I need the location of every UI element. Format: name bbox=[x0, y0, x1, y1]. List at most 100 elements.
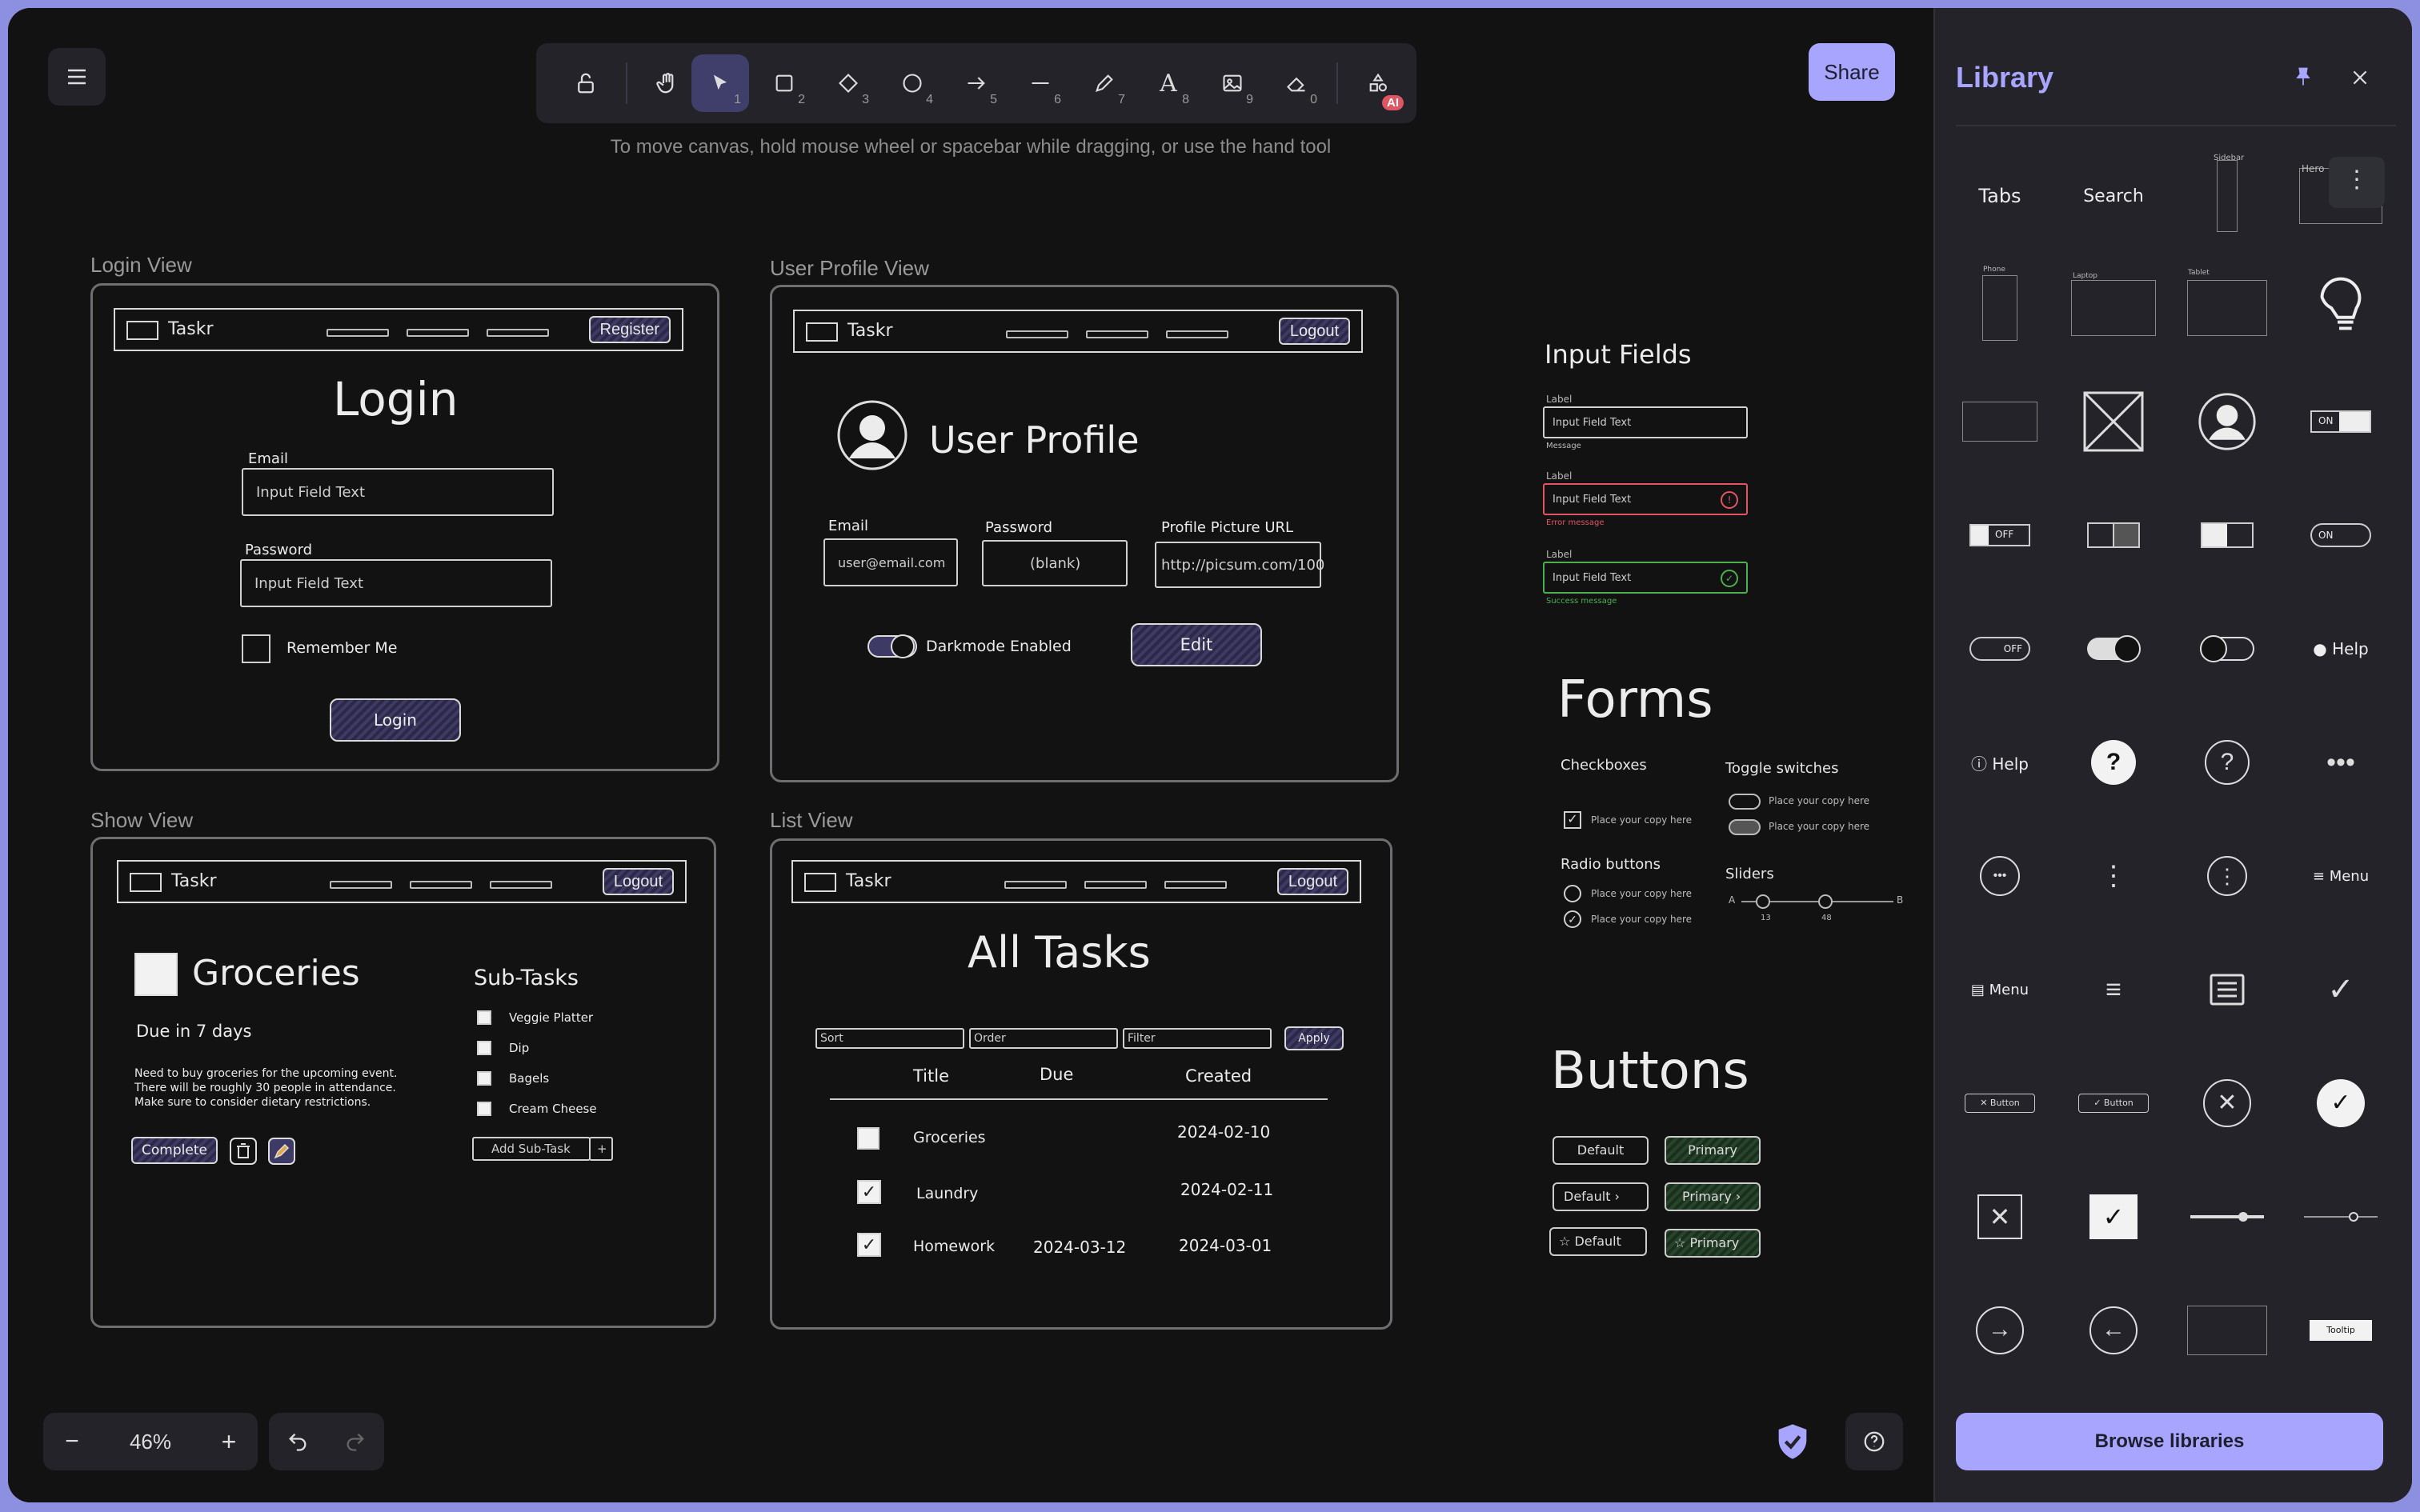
library-item-slider[interactable] bbox=[2297, 1173, 2385, 1261]
library-item-toggle-on[interactable]: ON bbox=[2297, 378, 2385, 466]
order-select[interactable]: Order bbox=[969, 1028, 1118, 1049]
library-item-ellipsis[interactable]: ••• bbox=[2297, 718, 2385, 806]
default-button-star[interactable]: ☆ Default bbox=[1549, 1227, 1647, 1256]
tool-extra-shapes[interactable]: AI bbox=[1349, 54, 1407, 112]
edit-button[interactable]: Edit bbox=[1131, 623, 1262, 666]
tool-rectangle[interactable]: 2 bbox=[755, 54, 813, 112]
tool-lock[interactable] bbox=[557, 54, 615, 112]
library-item-split-toggle-alt[interactable] bbox=[2183, 491, 2271, 579]
library-item-x-button[interactable]: ✕ Button bbox=[1956, 1059, 2044, 1147]
row-checkbox[interactable]: ✓ bbox=[857, 1233, 881, 1257]
default-button-chevron[interactable]: Default › bbox=[1553, 1182, 1649, 1211]
library-item-toggle-off[interactable]: OFF bbox=[1956, 491, 2044, 579]
main-menu-button[interactable] bbox=[48, 48, 106, 106]
library-item-help-filled[interactable]: ● Help bbox=[2297, 605, 2385, 693]
zoom-in-button[interactable]: + bbox=[200, 1413, 258, 1470]
library-item-laptop[interactable]: Laptop bbox=[2069, 264, 2158, 352]
library-item-check-box[interactable]: ✓ bbox=[2069, 1173, 2158, 1261]
filter-select[interactable]: Filter bbox=[1123, 1028, 1272, 1049]
library-item-tooltip[interactable]: Tooltip bbox=[2297, 1286, 2385, 1374]
slider-thumb[interactable] bbox=[1818, 894, 1833, 909]
library-item-pill-toggle-on[interactable]: ON bbox=[2297, 491, 2385, 579]
default-button[interactable]: Default bbox=[1553, 1136, 1649, 1165]
show-view-frame[interactable]: Taskr Logout Groceries Due in 7 days Nee… bbox=[90, 837, 716, 1328]
library-item-hamburger[interactable]: ≡ bbox=[2069, 946, 2158, 1034]
library-item-arrow-left-circle[interactable]: ← bbox=[2069, 1286, 2158, 1374]
login-view-frame[interactable]: Taskr Register Login Email Input Field T… bbox=[90, 283, 719, 771]
zoom-out-button[interactable]: − bbox=[43, 1413, 101, 1470]
complete-button[interactable]: Complete bbox=[131, 1137, 218, 1164]
library-item-slider-filled[interactable] bbox=[2183, 1173, 2271, 1261]
subtask-checkbox[interactable] bbox=[477, 1041, 491, 1055]
library-item-search[interactable]: Search bbox=[2069, 152, 2158, 240]
radio-button[interactable] bbox=[1564, 885, 1581, 902]
apply-button[interactable]: Apply bbox=[1284, 1026, 1344, 1050]
pin-icon[interactable] bbox=[2292, 66, 2314, 88]
library-item-document[interactable] bbox=[2183, 946, 2271, 1034]
help-button[interactable] bbox=[1845, 1413, 1903, 1470]
share-button[interactable]: Share bbox=[1809, 43, 1895, 101]
profile-view-frame[interactable]: Taskr Logout User Profile Email user@ema… bbox=[770, 285, 1399, 782]
row-checkbox[interactable] bbox=[857, 1127, 879, 1150]
library-item-switch-on[interactable] bbox=[2069, 605, 2158, 693]
library-item-question-outline[interactable]: ? bbox=[2183, 718, 2271, 806]
shield-check-icon[interactable] bbox=[1772, 1421, 1813, 1462]
browse-libraries-button[interactable]: Browse libraries bbox=[1956, 1413, 2383, 1470]
undo-icon[interactable] bbox=[286, 1430, 309, 1453]
password-value[interactable]: (blank) bbox=[982, 540, 1128, 586]
tool-line[interactable]: 6 bbox=[1012, 54, 1069, 112]
primary-button-chevron[interactable]: Primary › bbox=[1665, 1182, 1761, 1211]
email-value[interactable]: user@email.com bbox=[823, 538, 958, 586]
primary-button[interactable]: Primary bbox=[1665, 1136, 1761, 1165]
tool-arrow[interactable]: 5 bbox=[948, 54, 1005, 112]
zoom-level[interactable]: 46% bbox=[101, 1413, 200, 1470]
logout-button[interactable]: Logout bbox=[602, 868, 674, 895]
task-checkbox[interactable] bbox=[134, 953, 178, 996]
library-item-pill-toggle-off[interactable]: OFF bbox=[1956, 605, 2044, 693]
subtask-checkbox[interactable] bbox=[477, 1010, 491, 1025]
redo-icon[interactable] bbox=[344, 1430, 367, 1453]
library-item-arrow-right-circle[interactable]: → bbox=[1956, 1286, 2044, 1374]
tool-draw[interactable]: 7 bbox=[1076, 54, 1133, 112]
library-item-split-toggle[interactable] bbox=[2069, 491, 2158, 579]
library-item-sidebar[interactable]: Sidebar bbox=[2183, 152, 2271, 240]
toggle-on[interactable] bbox=[1729, 819, 1761, 835]
field-error[interactable]: Input Field Text bbox=[1543, 483, 1748, 515]
library-item-dialog[interactable] bbox=[2183, 1286, 2271, 1374]
library-item-ellipsis-circle[interactable]: ••• bbox=[1956, 832, 2044, 920]
tool-selection[interactable]: 1 bbox=[691, 54, 749, 112]
library-item-x-circle[interactable]: ✕ bbox=[2183, 1059, 2271, 1147]
primary-button-star[interactable]: ☆ Primary bbox=[1665, 1229, 1761, 1258]
register-button[interactable]: Register bbox=[588, 316, 671, 343]
library-item-tabs[interactable]: Tabs bbox=[1956, 152, 2044, 240]
library-item-vertical-ellipsis[interactable]: ⋮ bbox=[2069, 832, 2158, 920]
row-checkbox[interactable]: ✓ bbox=[857, 1180, 881, 1204]
library-item-lightbulb[interactable] bbox=[2297, 264, 2385, 352]
field-default[interactable]: Input Field Text bbox=[1543, 406, 1748, 438]
add-subtask-button[interactable]: Add Sub-Task bbox=[472, 1137, 591, 1161]
library-item-question-filled[interactable]: ? bbox=[2069, 718, 2158, 806]
tool-image[interactable]: 9 bbox=[1204, 54, 1261, 112]
tool-ellipse[interactable]: 4 bbox=[883, 54, 941, 112]
remember-checkbox[interactable] bbox=[242, 634, 270, 663]
library-item-vertical-ellipsis-circle[interactable]: ⋮ bbox=[2183, 832, 2271, 920]
library-item-help-outline[interactable]: ⓘ Help bbox=[1956, 718, 2044, 806]
library-item-more-button[interactable]: ⋮ bbox=[2329, 157, 2385, 208]
close-icon[interactable] bbox=[2350, 67, 2370, 88]
library-item-menu-doc[interactable]: ▤ Menu bbox=[1956, 946, 2044, 1034]
slider-thumb[interactable] bbox=[1756, 894, 1770, 909]
tool-text[interactable]: A8 bbox=[1140, 54, 1197, 112]
library-item-switch-off[interactable] bbox=[2183, 605, 2271, 693]
library-item-avatar[interactable] bbox=[2183, 378, 2271, 466]
toggle-off[interactable] bbox=[1729, 794, 1761, 810]
library-item-menu-text[interactable]: ≡ Menu bbox=[2297, 832, 2385, 920]
edit-pencil-icon[interactable] bbox=[267, 1137, 296, 1166]
radio-button[interactable]: ✓ bbox=[1564, 910, 1581, 928]
library-item-check-circle[interactable]: ✓ bbox=[2297, 1059, 2385, 1147]
add-subtask-plus[interactable]: + bbox=[589, 1137, 613, 1161]
library-item-image-placeholder[interactable] bbox=[2069, 378, 2158, 466]
canvas[interactable]: 1 2 3 4 5 6 7 A8 9 0 AI Share To move ca… bbox=[8, 8, 1933, 1502]
picture-value[interactable]: http://picsum.com/100 bbox=[1155, 542, 1324, 588]
darkmode-toggle[interactable] bbox=[867, 633, 918, 660]
tool-hand[interactable] bbox=[639, 54, 696, 112]
